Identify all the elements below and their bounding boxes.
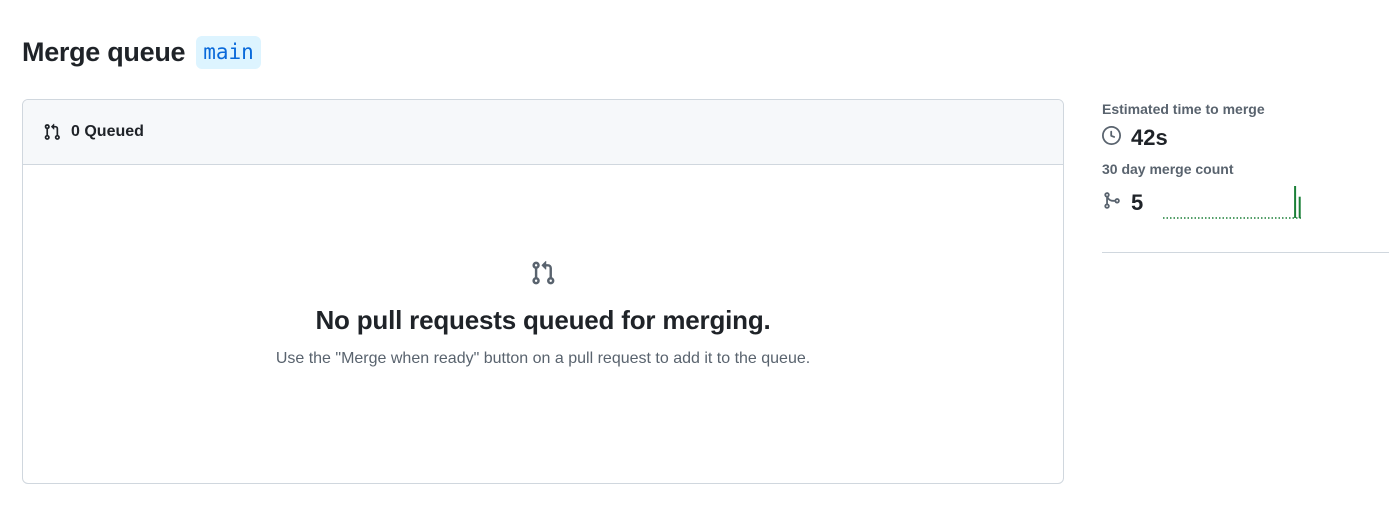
git-merge-icon bbox=[1102, 191, 1121, 215]
page-header: Merge queue main bbox=[22, 36, 261, 69]
clock-icon bbox=[1102, 126, 1121, 150]
empty-state: No pull requests queued for merging. Use… bbox=[23, 260, 1063, 368]
merge-stats-sidebar: Estimated time to merge 42s 30 day merge… bbox=[1102, 101, 1389, 221]
sparkline-bar bbox=[1294, 186, 1297, 218]
estimated-time-stat: Estimated time to merge 42s bbox=[1102, 101, 1389, 151]
estimated-time-row: 42s bbox=[1102, 125, 1389, 151]
merge-count-label: 30 day merge count bbox=[1102, 161, 1234, 177]
merge-count-value: 5 bbox=[1131, 190, 1144, 215]
queue-header: 0 Queued bbox=[23, 100, 1063, 165]
merge-queue-page: Merge queue main 0 Queued No pull reques… bbox=[0, 0, 1389, 520]
estimated-time-label: Estimated time to merge bbox=[1102, 101, 1265, 117]
sparkline-bar bbox=[1298, 196, 1301, 218]
git-pull-request-icon bbox=[530, 260, 556, 291]
merge-count-row: 5 bbox=[1102, 185, 1389, 221]
merge-count-sparkline bbox=[1163, 186, 1304, 219]
git-pull-request-icon bbox=[43, 123, 61, 141]
empty-state-description: Use the "Merge when ready" button on a p… bbox=[275, 350, 811, 367]
branch-badge[interactable]: main bbox=[196, 36, 261, 69]
sidebar-divider bbox=[1102, 252, 1389, 253]
queue-panel: 0 Queued No pull requests queued for mer… bbox=[22, 99, 1064, 484]
queued-count-label: 0 Queued bbox=[71, 123, 144, 140]
merge-count-stat: 30 day merge count 5 bbox=[1102, 161, 1389, 221]
empty-state-title: No pull requests queued for merging. bbox=[315, 305, 771, 335]
estimated-time-value: 42s bbox=[1131, 125, 1168, 150]
page-title: Merge queue bbox=[22, 37, 186, 67]
